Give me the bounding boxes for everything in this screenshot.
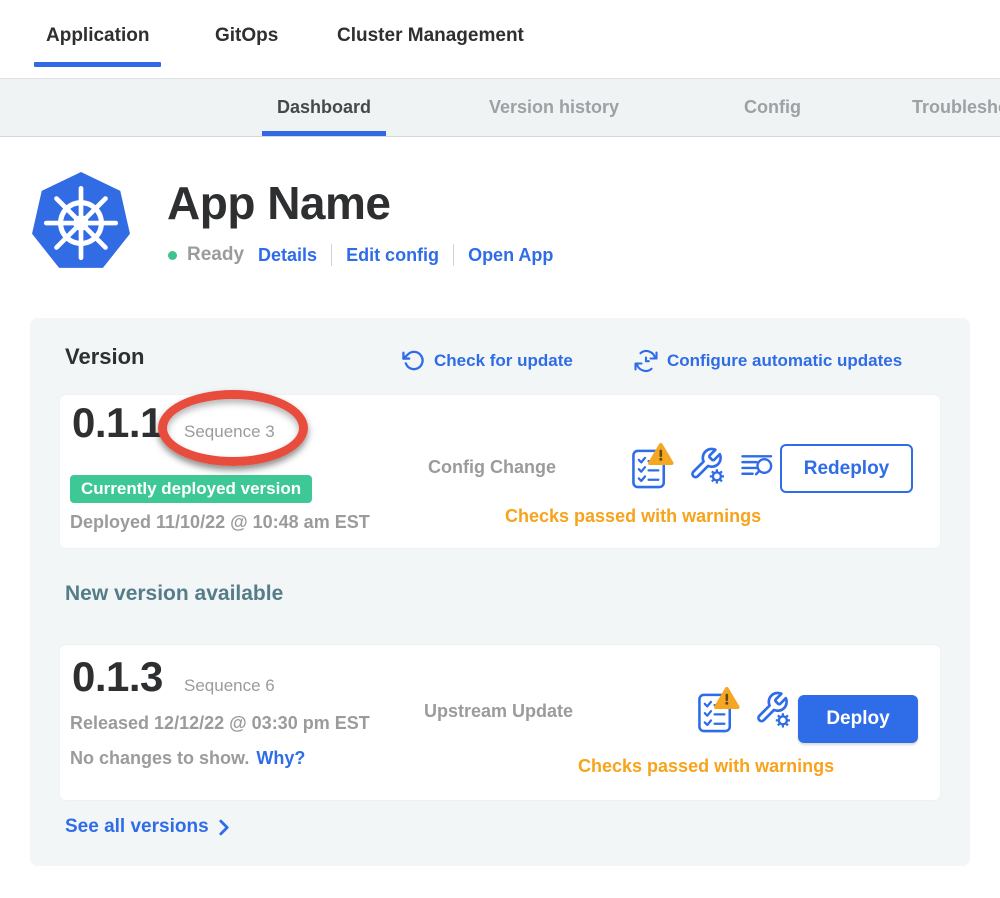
version-number: 0.1.3 bbox=[72, 653, 163, 701]
released-timestamp: Released 12/12/22 @ 03:30 pm EST bbox=[70, 713, 370, 734]
version-source: Upstream Update bbox=[424, 701, 573, 722]
active-tab-underline bbox=[262, 131, 386, 136]
app-status-row: Ready Details Edit config Open App bbox=[168, 244, 553, 266]
wrench-gear-icon[interactable] bbox=[754, 690, 794, 730]
configure-automatic-updates-link[interactable]: Configure automatic updates bbox=[634, 349, 902, 373]
divider bbox=[453, 244, 454, 266]
version-number: 0.1.1 bbox=[72, 399, 163, 447]
version-panel: Version Check for update Configure autom… bbox=[30, 318, 970, 866]
tab-version-history[interactable]: Version history bbox=[474, 79, 634, 136]
nav-item-gitops[interactable]: GitOps bbox=[203, 0, 290, 72]
tab-dashboard[interactable]: Dashboard bbox=[262, 79, 386, 136]
diff-view-icon[interactable] bbox=[741, 452, 774, 480]
no-changes-row: No changes to show. Why? bbox=[70, 748, 305, 769]
auto-update-clock-icon bbox=[634, 349, 658, 373]
preflight-checklist-icon[interactable] bbox=[696, 686, 741, 735]
tab-troubleshoot[interactable]: Troubleshoot bbox=[897, 79, 1000, 136]
deployed-timestamp: Deployed 11/10/22 @ 10:48 am EST bbox=[70, 512, 370, 533]
see-all-versions-link[interactable]: See all versions bbox=[65, 816, 230, 838]
version-panel-title: Version bbox=[65, 344, 144, 370]
status-text: Ready bbox=[187, 244, 244, 266]
no-changes-text: No changes to show. bbox=[70, 748, 249, 769]
nav-item-label: Cluster Management bbox=[337, 25, 524, 47]
edit-config-link[interactable]: Edit config bbox=[346, 245, 439, 266]
deployed-version-card: 0.1.1 Sequence 3 Currently deployed vers… bbox=[60, 395, 940, 548]
deploy-button[interactable]: Deploy bbox=[798, 695, 918, 743]
page-title: App Name bbox=[167, 176, 390, 230]
version-source: Config Change bbox=[428, 457, 556, 478]
wrench-gear-icon[interactable] bbox=[688, 446, 728, 486]
checks-status-text: Checks passed with warnings bbox=[578, 756, 834, 777]
nav-item-application[interactable]: Application bbox=[34, 0, 161, 72]
tab-label: Troubleshoot bbox=[912, 97, 1000, 118]
active-tab-underline bbox=[34, 62, 161, 67]
refresh-icon bbox=[402, 349, 425, 372]
nav-item-label: GitOps bbox=[215, 25, 278, 47]
check-for-update-link[interactable]: Check for update bbox=[402, 349, 573, 372]
redeploy-button[interactable]: Redeploy bbox=[780, 444, 913, 493]
available-version-card: 0.1.3 Sequence 6 Released 12/12/22 @ 03:… bbox=[60, 645, 940, 800]
app-subnav: Dashboard Version history Config Trouble… bbox=[0, 78, 1000, 137]
new-version-heading: New version available bbox=[65, 582, 283, 606]
details-link[interactable]: Details bbox=[258, 245, 317, 266]
tab-label: Config bbox=[744, 97, 801, 118]
tab-label: Dashboard bbox=[277, 97, 371, 118]
nav-item-cluster-management[interactable]: Cluster Management bbox=[325, 0, 536, 72]
chevron-right-icon bbox=[218, 819, 230, 836]
configure-automatic-updates-label: Configure automatic updates bbox=[667, 351, 902, 371]
version-check-icons bbox=[696, 685, 794, 735]
deployed-badge: Currently deployed version bbox=[70, 475, 312, 503]
why-link[interactable]: Why? bbox=[256, 748, 305, 769]
warning-triangle-icon bbox=[716, 688, 738, 706]
tab-label: Version history bbox=[489, 97, 619, 118]
warning-triangle-icon bbox=[650, 444, 672, 462]
tab-config[interactable]: Config bbox=[729, 79, 816, 136]
kubernetes-logo bbox=[30, 170, 132, 272]
version-sequence: Sequence 6 bbox=[184, 676, 275, 696]
checks-status-text: Checks passed with warnings bbox=[505, 506, 761, 527]
see-all-versions-label: See all versions bbox=[65, 816, 209, 838]
version-sequence: Sequence 3 bbox=[184, 422, 275, 442]
divider bbox=[331, 244, 332, 266]
preflight-checklist-icon[interactable] bbox=[630, 442, 675, 491]
open-app-link[interactable]: Open App bbox=[468, 245, 553, 266]
version-check-icons bbox=[630, 441, 774, 491]
status-dot bbox=[168, 251, 177, 260]
primary-nav: Application GitOps Cluster Management bbox=[0, 0, 1000, 78]
check-for-update-label: Check for update bbox=[434, 351, 573, 371]
nav-item-label: Application bbox=[46, 25, 149, 47]
